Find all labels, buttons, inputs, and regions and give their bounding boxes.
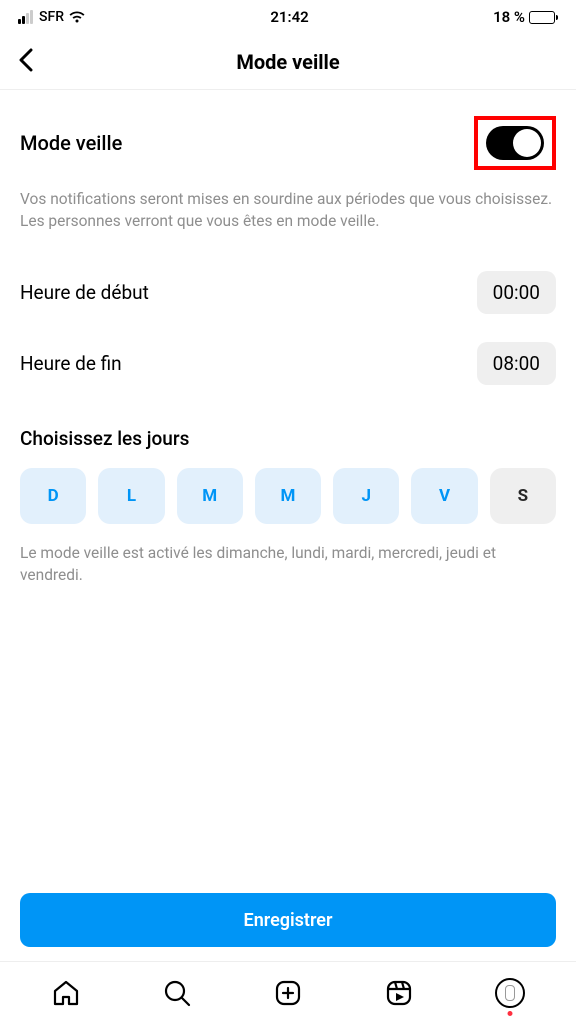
days-row: D L M M J V S: [20, 468, 556, 524]
page-header: Mode veille: [0, 34, 576, 90]
tab-home[interactable]: [45, 972, 87, 1014]
status-time: 21:42: [270, 8, 308, 26]
wifi-icon: [68, 10, 86, 24]
main-content: Mode veille Vos notifications seront mis…: [0, 90, 576, 893]
profile-avatar-icon: [495, 978, 525, 1008]
reels-icon: [384, 978, 414, 1008]
save-button[interactable]: Enregistrer: [20, 893, 556, 947]
tab-profile[interactable]: [489, 972, 531, 1014]
end-time-label: Heure de fin: [20, 352, 122, 375]
day-chip-saturday[interactable]: S: [490, 468, 556, 524]
tab-reels[interactable]: [378, 972, 420, 1014]
carrier-label: SFR: [39, 9, 64, 25]
day-chip-tuesday[interactable]: M: [177, 468, 243, 524]
highlight-annotation: [474, 116, 556, 170]
end-time-picker[interactable]: 08:00: [477, 342, 556, 385]
tab-search[interactable]: [156, 972, 198, 1014]
save-wrap: Enregistrer: [0, 893, 576, 961]
day-chip-sunday[interactable]: D: [20, 468, 86, 524]
status-right: 18 %: [493, 8, 558, 26]
home-icon: [51, 978, 81, 1008]
end-time-row: Heure de fin 08:00: [20, 328, 556, 399]
day-chip-friday[interactable]: V: [411, 468, 477, 524]
battery-pct: 18 %: [493, 8, 525, 26]
tab-create[interactable]: [267, 972, 309, 1014]
back-button[interactable]: [12, 42, 40, 82]
start-time-picker[interactable]: 00:00: [477, 271, 556, 314]
signal-icon: [18, 10, 33, 24]
quiet-mode-toggle[interactable]: [486, 126, 544, 160]
days-section-title: Choisissez les jours: [20, 399, 556, 468]
tabbar: [0, 962, 576, 1024]
days-note: Le mode veille est activé les dimanche, …: [20, 524, 556, 605]
quiet-mode-label: Mode veille: [20, 131, 122, 155]
day-chip-monday[interactable]: L: [98, 468, 164, 524]
quiet-mode-toggle-row: Mode veille: [20, 90, 556, 188]
quiet-mode-description: Vos notifications seront mises en sourdi…: [20, 188, 556, 257]
start-time-row: Heure de début 00:00: [20, 257, 556, 328]
toggle-knob: [513, 129, 541, 157]
start-time-label: Heure de début: [20, 281, 149, 304]
page-title: Mode veille: [236, 50, 339, 74]
chevron-left-icon: [18, 48, 34, 72]
battery-icon: [529, 11, 558, 24]
status-bar: SFR 21:42 18 %: [0, 0, 576, 34]
plus-square-icon: [273, 978, 303, 1008]
search-icon: [162, 978, 192, 1008]
notification-dot: [508, 1011, 513, 1016]
status-left: SFR: [18, 9, 86, 25]
day-chip-wednesday[interactable]: M: [255, 468, 321, 524]
day-chip-thursday[interactable]: J: [333, 468, 399, 524]
